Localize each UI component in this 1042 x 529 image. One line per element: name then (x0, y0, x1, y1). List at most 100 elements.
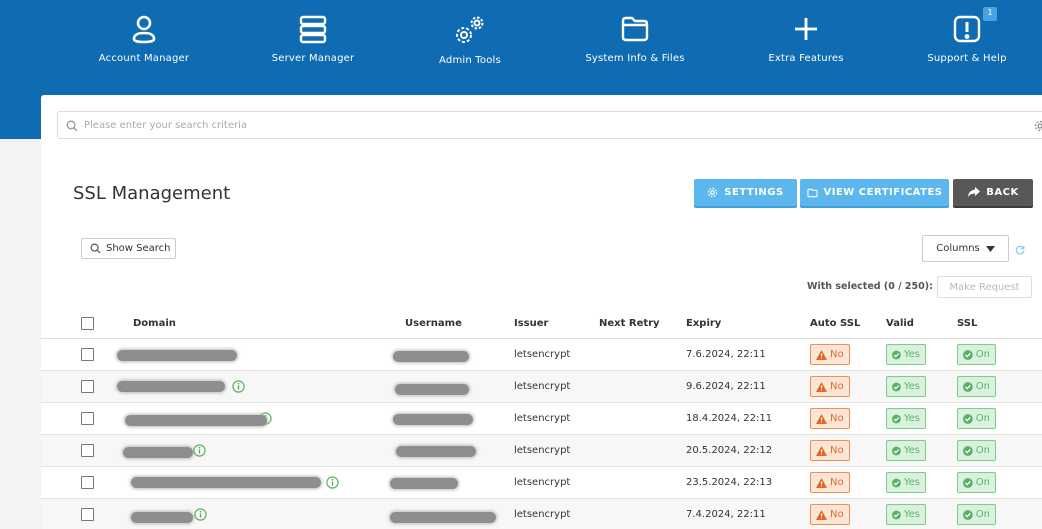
domain-redacted[interactable] (123, 447, 193, 458)
auto-ssl-badge[interactable]: No (810, 408, 850, 429)
refresh-icon[interactable] (1015, 245, 1025, 255)
view-certificates-button[interactable]: VIEW CERTIFICATES (800, 179, 949, 206)
check-circle-icon (963, 413, 973, 424)
info-icon[interactable] (232, 380, 245, 393)
settings-button[interactable]: SETTINGS (694, 179, 797, 206)
expiry-cell: 7.4.2024, 22:11 (686, 509, 766, 520)
column-header-next-retry[interactable]: Next Retry (599, 318, 660, 329)
columns-dropdown[interactable]: Columns (922, 235, 1009, 262)
server-icon (299, 15, 327, 44)
selection-count: With selected (0 / 250): (807, 281, 933, 292)
domain-redacted[interactable] (125, 415, 267, 426)
valid-value: Yes (903, 509, 920, 520)
valid-value: Yes (903, 413, 920, 424)
search-icon (66, 120, 78, 132)
domain-redacted[interactable] (117, 381, 225, 392)
nav-label: Server Manager (271, 53, 355, 64)
select-all-checkbox[interactable] (81, 317, 94, 330)
nav-account-manager[interactable]: Account Manager (64, 14, 224, 64)
nav-label: System Info & Files (585, 53, 685, 64)
domain-redacted[interactable] (131, 477, 321, 488)
username-redacted[interactable] (396, 446, 476, 457)
table-row: letsencrypt 9.6.2024, 22:11 No Yes On (41, 371, 1042, 403)
column-header-issuer[interactable]: Issuer (514, 318, 548, 329)
auto-ssl-badge[interactable]: No (810, 472, 850, 493)
valid-badge[interactable]: Yes (886, 408, 926, 429)
make-request-button[interactable]: Make Request (937, 276, 1032, 298)
issuer-cell: letsencrypt (514, 413, 571, 424)
back-arrow-icon (968, 187, 981, 197)
ssl-value: On (975, 445, 990, 456)
valid-badge[interactable]: Yes (886, 440, 926, 461)
info-icon[interactable] (326, 476, 339, 489)
column-header-domain[interactable]: Domain (133, 318, 176, 329)
column-header-auto-ssl[interactable]: Auto SSL (810, 318, 860, 329)
nav-admin-tools[interactable]: Admin Tools (390, 14, 550, 66)
username-redacted[interactable] (390, 478, 458, 489)
show-search-button[interactable]: Show Search (81, 238, 176, 259)
expiry-cell: 9.6.2024, 22:11 (686, 381, 766, 392)
nav-server-manager[interactable]: Server Manager (233, 14, 393, 64)
row-checkbox[interactable] (81, 444, 94, 457)
username-redacted[interactable] (395, 384, 469, 395)
domain-redacted[interactable] (117, 350, 237, 361)
auto-ssl-badge[interactable]: No (810, 504, 850, 525)
check-circle-icon (892, 414, 901, 423)
info-icon[interactable] (193, 444, 206, 457)
auto-ssl-badge[interactable]: No (810, 344, 850, 365)
valid-badge[interactable]: Yes (886, 376, 926, 397)
warning-icon (816, 445, 827, 456)
expiry-cell: 23.5.2024, 22:13 (686, 477, 773, 488)
auto-ssl-value: No (830, 477, 844, 488)
issuer-cell: letsencrypt (514, 477, 571, 488)
valid-value: Yes (903, 381, 920, 392)
auto-ssl-value: No (830, 381, 844, 392)
row-checkbox[interactable] (81, 348, 94, 361)
valid-badge[interactable]: Yes (886, 504, 926, 525)
row-checkbox[interactable] (81, 412, 94, 425)
ssl-badge[interactable]: On (957, 440, 996, 461)
column-header-ssl[interactable]: SSL (957, 318, 977, 329)
table-row: letsencrypt 20.5.2024, 22:12 No Yes On (41, 435, 1042, 467)
info-icon[interactable] (194, 508, 207, 521)
column-header-username[interactable]: Username (405, 318, 462, 329)
search-settings-gear-icon[interactable] (1034, 120, 1042, 132)
nav-support-help[interactable]: 1 Support & Help (887, 7, 1042, 64)
ssl-badge[interactable]: On (957, 408, 996, 429)
folder-icon (621, 16, 649, 42)
row-checkbox[interactable] (81, 508, 94, 521)
warning-icon (816, 349, 827, 360)
caret-down-icon (985, 245, 995, 252)
main-panel: SSL Management SETTINGS VIEW CERTIFICATE… (41, 95, 1042, 529)
auto-ssl-badge[interactable]: No (810, 440, 850, 461)
column-header-expiry[interactable]: Expiry (686, 318, 721, 329)
username-redacted[interactable] (393, 414, 473, 425)
ssl-badge[interactable]: On (957, 472, 996, 493)
valid-badge[interactable]: Yes (886, 472, 926, 493)
row-checkbox[interactable] (81, 380, 94, 393)
username-redacted[interactable] (393, 351, 469, 362)
row-checkbox[interactable] (81, 476, 94, 489)
domain-redacted[interactable] (131, 512, 193, 523)
ssl-value: On (975, 509, 990, 520)
table-row: letsencrypt 7.6.2024, 22:11 No Yes On (41, 339, 1042, 371)
check-circle-icon (892, 510, 901, 519)
search-icon (90, 243, 101, 254)
notification-badge: 1 (983, 7, 997, 21)
back-button[interactable]: BACK (953, 179, 1033, 206)
auto-ssl-badge[interactable]: No (810, 376, 850, 397)
check-circle-icon (963, 381, 973, 392)
nav-extra-features[interactable]: Extra Features (726, 14, 886, 64)
ssl-badge[interactable]: On (957, 504, 996, 525)
username-redacted[interactable] (390, 512, 496, 523)
search-input[interactable] (84, 116, 984, 134)
ssl-value: On (975, 477, 990, 488)
nav-label: Extra Features (768, 53, 844, 64)
ssl-badge[interactable]: On (957, 344, 996, 365)
warning-icon (816, 509, 827, 520)
expiry-cell: 18.4.2024, 22:11 (686, 413, 773, 424)
valid-badge[interactable]: Yes (886, 344, 926, 365)
column-header-valid[interactable]: Valid (886, 318, 914, 329)
ssl-badge[interactable]: On (957, 376, 996, 397)
nav-system-info-files[interactable]: System Info & Files (555, 14, 715, 64)
